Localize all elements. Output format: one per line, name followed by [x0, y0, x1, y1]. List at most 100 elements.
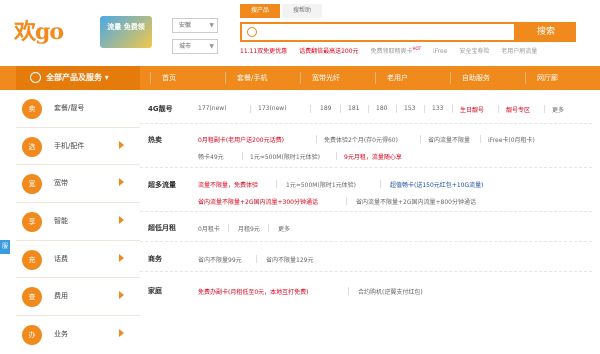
link-item[interactable]: 更多	[552, 105, 564, 114]
row-title: 商务	[148, 255, 162, 263]
link-item[interactable]: 173(new)	[258, 105, 287, 112]
link-divider	[346, 197, 347, 205]
row-title: 4G靓号	[148, 105, 173, 113]
logo-text: 欢go	[14, 19, 64, 45]
link-divider	[268, 224, 269, 232]
link-item[interactable]: 189	[320, 105, 331, 112]
nav-item-plans-phones[interactable]: 套餐/手机	[237, 66, 267, 90]
nav-item-online-hall[interactable]: 网厅廊	[537, 66, 558, 90]
site-logo[interactable]: 欢go	[14, 12, 96, 48]
link-item[interactable]: 月租9元	[238, 224, 260, 233]
hot-badge: HOT	[412, 46, 422, 51]
product-directory: 4G靓号 177(new) 173(new) 189 181 180 153 1…	[140, 90, 600, 354]
link-item[interactable]: 免费体验2个月(存0元得60)	[324, 135, 398, 144]
nav-item-existing-users[interactable]: 老用户	[387, 66, 408, 90]
sell-icon: 卖	[22, 99, 42, 119]
hot-keyword[interactable]: iFree	[433, 48, 447, 55]
chevron-right-icon	[119, 291, 124, 300]
link-item[interactable]: 畅卡49元	[198, 152, 224, 161]
chevron-down-icon: ▼	[209, 43, 214, 50]
side-float-tab[interactable]: 服	[0, 240, 10, 254]
nav-item-self-service[interactable]: 自助服务	[462, 66, 490, 90]
sidebar-item-label: 费用	[54, 292, 68, 301]
hot-keyword[interactable]: 安全宝寿险	[459, 48, 489, 55]
promo-badge[interactable]: 流量 免费领	[100, 16, 152, 48]
sidebar-item-broadband[interactable]: 宽 宽带	[16, 165, 140, 204]
link-item[interactable]: 生日靓号	[460, 105, 484, 114]
query-icon: 查	[22, 287, 42, 308]
hot-keyword-label: 免费领取畅爽卡	[370, 48, 413, 55]
all-products-label: 全部产品及服务	[46, 73, 102, 82]
link-item[interactable]: 免费办副卡(月租低至0元，本地互打免费)	[198, 287, 309, 296]
link-divider	[424, 105, 425, 113]
link-divider	[368, 105, 369, 113]
sidebar-item-plans[interactable]: 卖 套餐/靓号	[16, 90, 140, 128]
choose-icon: 选	[22, 136, 42, 157]
link-item[interactable]: 9元月租，流量随心享	[344, 152, 402, 161]
link-divider	[544, 105, 545, 113]
region-selector: 安徽 ▼ 城市 ▼	[172, 18, 218, 60]
link-divider	[452, 105, 453, 113]
link-item[interactable]: 180	[376, 105, 387, 112]
link-item[interactable]: 181	[348, 105, 359, 112]
link-item[interactable]: 更多	[278, 224, 290, 233]
link-item[interactable]: 靓号专区	[506, 105, 530, 114]
hot-keyword[interactable]: 免费领取畅爽卡HOT	[370, 46, 422, 55]
link-divider	[498, 105, 499, 113]
link-item[interactable]: 0月租卡	[198, 224, 220, 233]
sidebar-item-smart[interactable]: 享 智能	[16, 203, 140, 241]
link-item[interactable]: 超值畅卡(送150元红包+10G流量)	[390, 180, 483, 189]
sidebar-item-label: 套餐/靓号	[54, 104, 85, 112]
link-item[interactable]: 省内不限量129元	[266, 255, 313, 264]
sidebar-item-billing[interactable]: 查 费用	[16, 278, 140, 317]
tab-search-products[interactable]: 搜产品	[240, 4, 280, 18]
sidebar-item-label: 宽带	[54, 179, 68, 188]
row-lots-of-data: 超多流量 流量不限量，免费体验 1元=500M(限时1元体验) 超值畅卡(送15…	[140, 168, 592, 212]
link-item[interactable]: iFree卡(0月租卡)	[488, 135, 535, 144]
row-business: 商务 省内不限量99元 省内不限量129元	[140, 242, 592, 272]
sidebar-item-phones[interactable]: 选 手机/配件	[16, 128, 140, 166]
search-input[interactable]	[240, 22, 516, 42]
sidebar-item-services[interactable]: 办 业务	[16, 316, 140, 354]
sidebar-item-topup[interactable]: 充 话费	[16, 241, 140, 279]
row-title: 超低月租	[148, 224, 176, 232]
nav-item-home[interactable]: 首页	[162, 66, 176, 90]
nav-divider	[525, 72, 526, 84]
tab-search-help[interactable]: 搜帮助	[282, 4, 322, 18]
nav-item-broadband[interactable]: 宽带光纤	[312, 66, 340, 90]
row-title: 超多流量	[148, 181, 176, 189]
link-item[interactable]: 1元=500M(限时1元体验)	[250, 152, 320, 161]
chevron-right-icon	[119, 140, 124, 149]
handle-icon: 办	[22, 325, 42, 346]
broadband-icon: 宽	[22, 174, 42, 195]
link-item[interactable]: 0月租副卡(老用户送200元话费)	[198, 135, 284, 144]
link-divider	[242, 152, 243, 160]
link-item[interactable]: 153	[404, 105, 415, 112]
sidebar-item-label: 智能	[54, 217, 68, 226]
link-divider	[336, 152, 337, 160]
nav-divider	[300, 72, 301, 84]
hot-keyword[interactable]: 老用户刷流量	[501, 48, 537, 55]
link-item[interactable]: 合约购机(逆翼支付红包)	[358, 287, 423, 296]
link-item[interactable]: 流量不限量，免费体验	[198, 180, 258, 189]
hot-keyword[interactable]: 11.11双免更优惠	[240, 48, 287, 55]
link-item[interactable]: 177(new)	[198, 105, 227, 112]
main-nav: 全部产品及服务 ▾ 首页 套餐/手机 宽带光纤 老用户 自助服务 网厅廊	[0, 66, 600, 90]
link-item[interactable]: 省内流量不限量+2G国内流量+300分钟通话	[198, 197, 318, 206]
link-divider	[316, 135, 317, 143]
chevron-right-icon	[119, 216, 124, 225]
grid-icon	[30, 72, 41, 83]
search-button[interactable]: 搜索	[516, 22, 576, 42]
link-item[interactable]: 133	[432, 105, 443, 112]
city-select[interactable]: 城市 ▼	[172, 39, 218, 54]
link-item[interactable]: 省内不限量99元	[198, 255, 242, 264]
link-item[interactable]: 省内流量不限量	[428, 135, 470, 144]
link-item[interactable]: 1元=500M(限时1元体验)	[286, 180, 356, 189]
row-hot-sale: 热卖 0月租副卡(老用户送200元话费) 免费体验2个月(存0元得60) 省内流…	[140, 124, 592, 168]
all-products-menu[interactable]: 全部产品及服务 ▾	[16, 66, 140, 90]
link-item[interactable]: 省内流量不限量+2G国内流量+800分钟通话	[356, 197, 476, 206]
hot-keyword[interactable]: 话费翻倍最高送200元	[299, 48, 358, 55]
row-title: 家庭	[148, 287, 162, 295]
province-select[interactable]: 安徽 ▼	[172, 18, 218, 33]
hot-keywords: 11.11双免更优惠 话费翻倍最高送200元 免费领取畅爽卡HOT iFree …	[240, 46, 547, 55]
